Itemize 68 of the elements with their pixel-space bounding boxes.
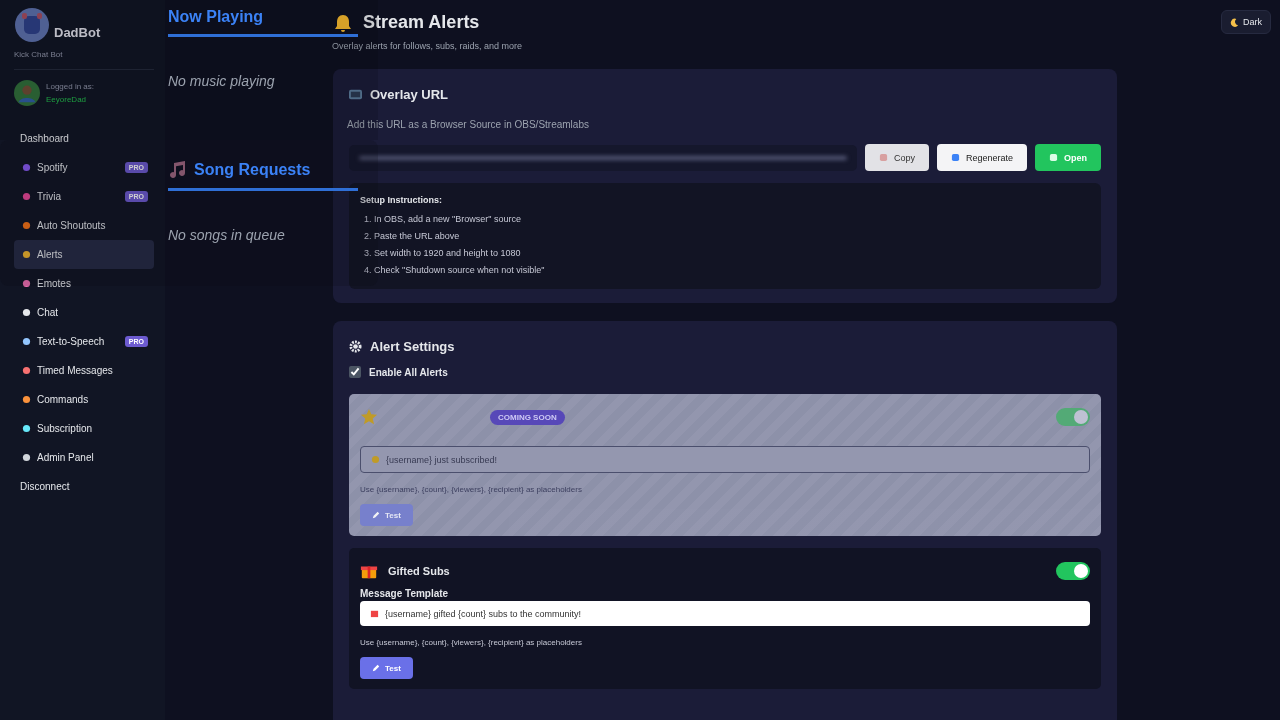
nav-icon (22, 337, 31, 346)
nav-item[interactable]: Emotes (14, 269, 154, 298)
nav-item[interactable]: Timed Messages (14, 356, 154, 385)
tv-icon (349, 88, 362, 101)
pencil-icon (372, 511, 380, 519)
nav-icon (22, 453, 31, 462)
url-action-button[interactable]: Regenerate (936, 144, 1027, 171)
enable-all-label: Enable All Alerts (369, 366, 448, 378)
button-icon (1049, 153, 1058, 162)
song-requests-title: Song Requests (194, 161, 311, 179)
instructions-title: Setup Instructions: (360, 195, 443, 205)
user-avatar-icon (14, 80, 40, 106)
card-title: Alert Settings (370, 339, 455, 354)
template-icon (371, 455, 380, 464)
alert-name: Gifted Subs (388, 565, 450, 577)
test-button[interactable]: Test (360, 657, 413, 679)
username: EeyoreDad (46, 95, 88, 104)
now-playing-message: No music playing (168, 73, 275, 89)
brand-name: DadBot (54, 24, 101, 40)
instruction-step: 1. In OBS, add a new "Browser" source (364, 211, 1090, 228)
nav-icon (22, 395, 31, 404)
now-playing-title: Now Playing (168, 8, 264, 26)
alert-toggle[interactable] (1056, 562, 1090, 580)
nav-icon (22, 221, 31, 230)
button-icon (950, 153, 960, 162)
theme-toggle-button[interactable]: Dark (1221, 10, 1271, 34)
moon-icon (1230, 17, 1239, 27)
card-description: Add this URL as a Browser Source in OBS/Streamlabs (347, 119, 590, 130)
page-title: Stream Alerts (363, 12, 480, 33)
nav-item[interactable]: Alerts (14, 240, 154, 269)
instruction-step: 4. Check "Shutdown source when not visible" (364, 262, 1090, 279)
logged-in-label: Logged in as: (46, 82, 95, 91)
placeholder-hint: Use {username}, {count}, {viewers}, {recipient} as placeholders (360, 638, 583, 647)
coming-soon-badge: COMING SOON (490, 409, 565, 425)
song-requests-message: No songs in queue (168, 227, 285, 243)
nav-icon (22, 279, 31, 288)
nav-item[interactable]: Auto Shoutouts (14, 211, 154, 240)
placeholder-hint: Use {username}, {count}, {viewers}, {recipient} as placeholders (360, 485, 583, 494)
nav-item[interactable]: Admin Panel (14, 443, 154, 472)
bot-avatar-icon (14, 7, 50, 43)
nav-icon (22, 366, 31, 375)
nav-icon (22, 424, 31, 433)
url-field[interactable] (349, 144, 857, 171)
button-icon (878, 153, 888, 162)
pencil-icon (372, 664, 380, 672)
instruction-step: 3. Set width to 1920 and height to 1080 (364, 245, 1090, 262)
star-icon (360, 408, 378, 426)
template-icon (370, 609, 379, 618)
nav-item[interactable]: Subscription (14, 414, 154, 443)
nav-item[interactable]: Commands (14, 385, 154, 414)
nav-icon (22, 308, 31, 317)
template-input[interactable]: {username} gifted {count} subs to the community! (360, 601, 1090, 626)
nav-item[interactable]: Dashboard (14, 124, 154, 153)
disconnect-link[interactable]: Disconnect (14, 472, 154, 501)
url-action-button[interactable]: Copy (864, 144, 929, 171)
music-note-icon (168, 160, 188, 180)
bell-icon (333, 12, 353, 33)
nav-icon (22, 250, 31, 259)
enable-all-checkbox[interactable] (349, 366, 361, 378)
gear-icon (349, 340, 362, 353)
nav-icon (22, 192, 31, 201)
card-title: Overlay URL (370, 87, 449, 102)
instruction-step: 2. Paste the URL above (364, 228, 1090, 245)
page-subtitle: Overlay alerts for follows, subs, raids, and more (332, 41, 523, 51)
nav-icon (22, 163, 31, 172)
nav-item[interactable]: Chat (14, 298, 154, 327)
brand-subtitle: Kick Chat Bot (14, 50, 154, 70)
field-label: Message Template (360, 588, 450, 599)
